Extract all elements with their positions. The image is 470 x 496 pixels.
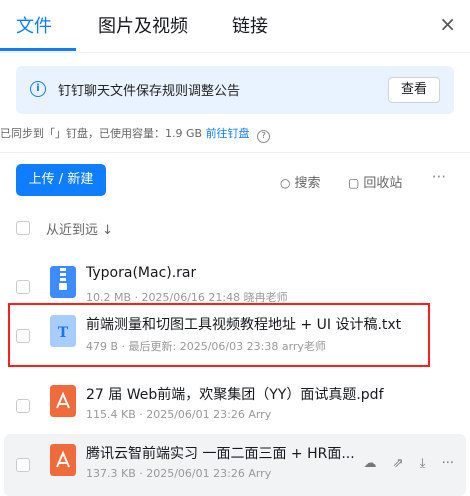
search-button[interactable]: ○ 搜索 [280,172,321,191]
recycle-bin-label: 回收站 [363,176,403,191]
tab-images-videos[interactable]: 图片及视频 [98,12,188,38]
download-icon[interactable]: ⤓ [420,456,426,471]
zip-icon [50,266,76,298]
file-name: 27 届 Web前端，欢聚集团（YY）面试真题.pdf [86,387,384,403]
file-meta: 137.3 KB · 2025/06/01 23:26 Arry [86,467,272,480]
row-checkbox[interactable] [16,458,30,472]
file-row[interactable]: 腾讯云智前端实习 一面二面三面 + HR面.... 137.3 KB · 202… [4,434,466,496]
search-icon: ○ [280,176,291,190]
tab-bar: 文件 图片及视频 链接 × [0,0,470,53]
sync-text: 已同步到「」钉盘，已使用容量：1.9 GB [0,127,203,140]
open-icon[interactable]: ⇗ [393,456,404,471]
file-row[interactable]: 27 届 Web前端，欢聚集团（YY）面试真题.pdf 115.4 KB · 2… [4,375,466,437]
close-icon[interactable]: × [439,12,456,36]
sort-order[interactable]: 从近到远 ↓ [46,219,113,238]
view-notice-button[interactable]: 查看 [388,77,440,103]
select-all-checkbox[interactable] [16,221,30,235]
divider [0,152,470,153]
row-checkbox[interactable] [16,399,30,413]
recycle-bin-button[interactable]: ▢ 回收站 [348,172,402,191]
tab-links[interactable]: 链接 [232,12,268,38]
row-checkbox[interactable] [16,280,30,294]
file-name: Typora(Mac).rar [86,265,197,281]
help-icon[interactable]: ? [257,130,271,143]
pdf-icon [50,444,76,476]
more-options-icon[interactable]: ··· [432,168,446,186]
recycle-bin-icon: ▢ [348,176,360,190]
notice-text: 钉钉聊天文件保存规则调整公告 [58,84,241,99]
row-actions: ☁ ⇗ ⤓ ··· [352,456,454,471]
share-icon[interactable]: ☁ [364,456,377,471]
info-icon: i [30,81,46,97]
notice-banner: i 钉钉聊天文件保存规则调整公告 查看 [16,66,454,114]
pdf-icon [50,385,76,417]
file-name: 腾讯云智前端实习 一面二面三面 + HR面.... [86,446,356,462]
upload-new-button[interactable]: 上传 / 新建 [16,164,106,196]
go-to-drive-link[interactable]: 前往钉盘 [206,127,250,140]
more-icon[interactable]: ··· [442,456,454,471]
active-tab-indicator [0,48,76,51]
sync-status: 已同步到「」钉盘，已使用容量：1.9 GB 前往钉盘 ? [0,125,271,143]
file-meta: 115.4 KB · 2025/06/01 23:26 Arry [86,408,272,421]
tab-files[interactable]: 文件 [16,12,52,38]
search-label: 搜索 [294,176,321,191]
selection-highlight [8,303,430,367]
